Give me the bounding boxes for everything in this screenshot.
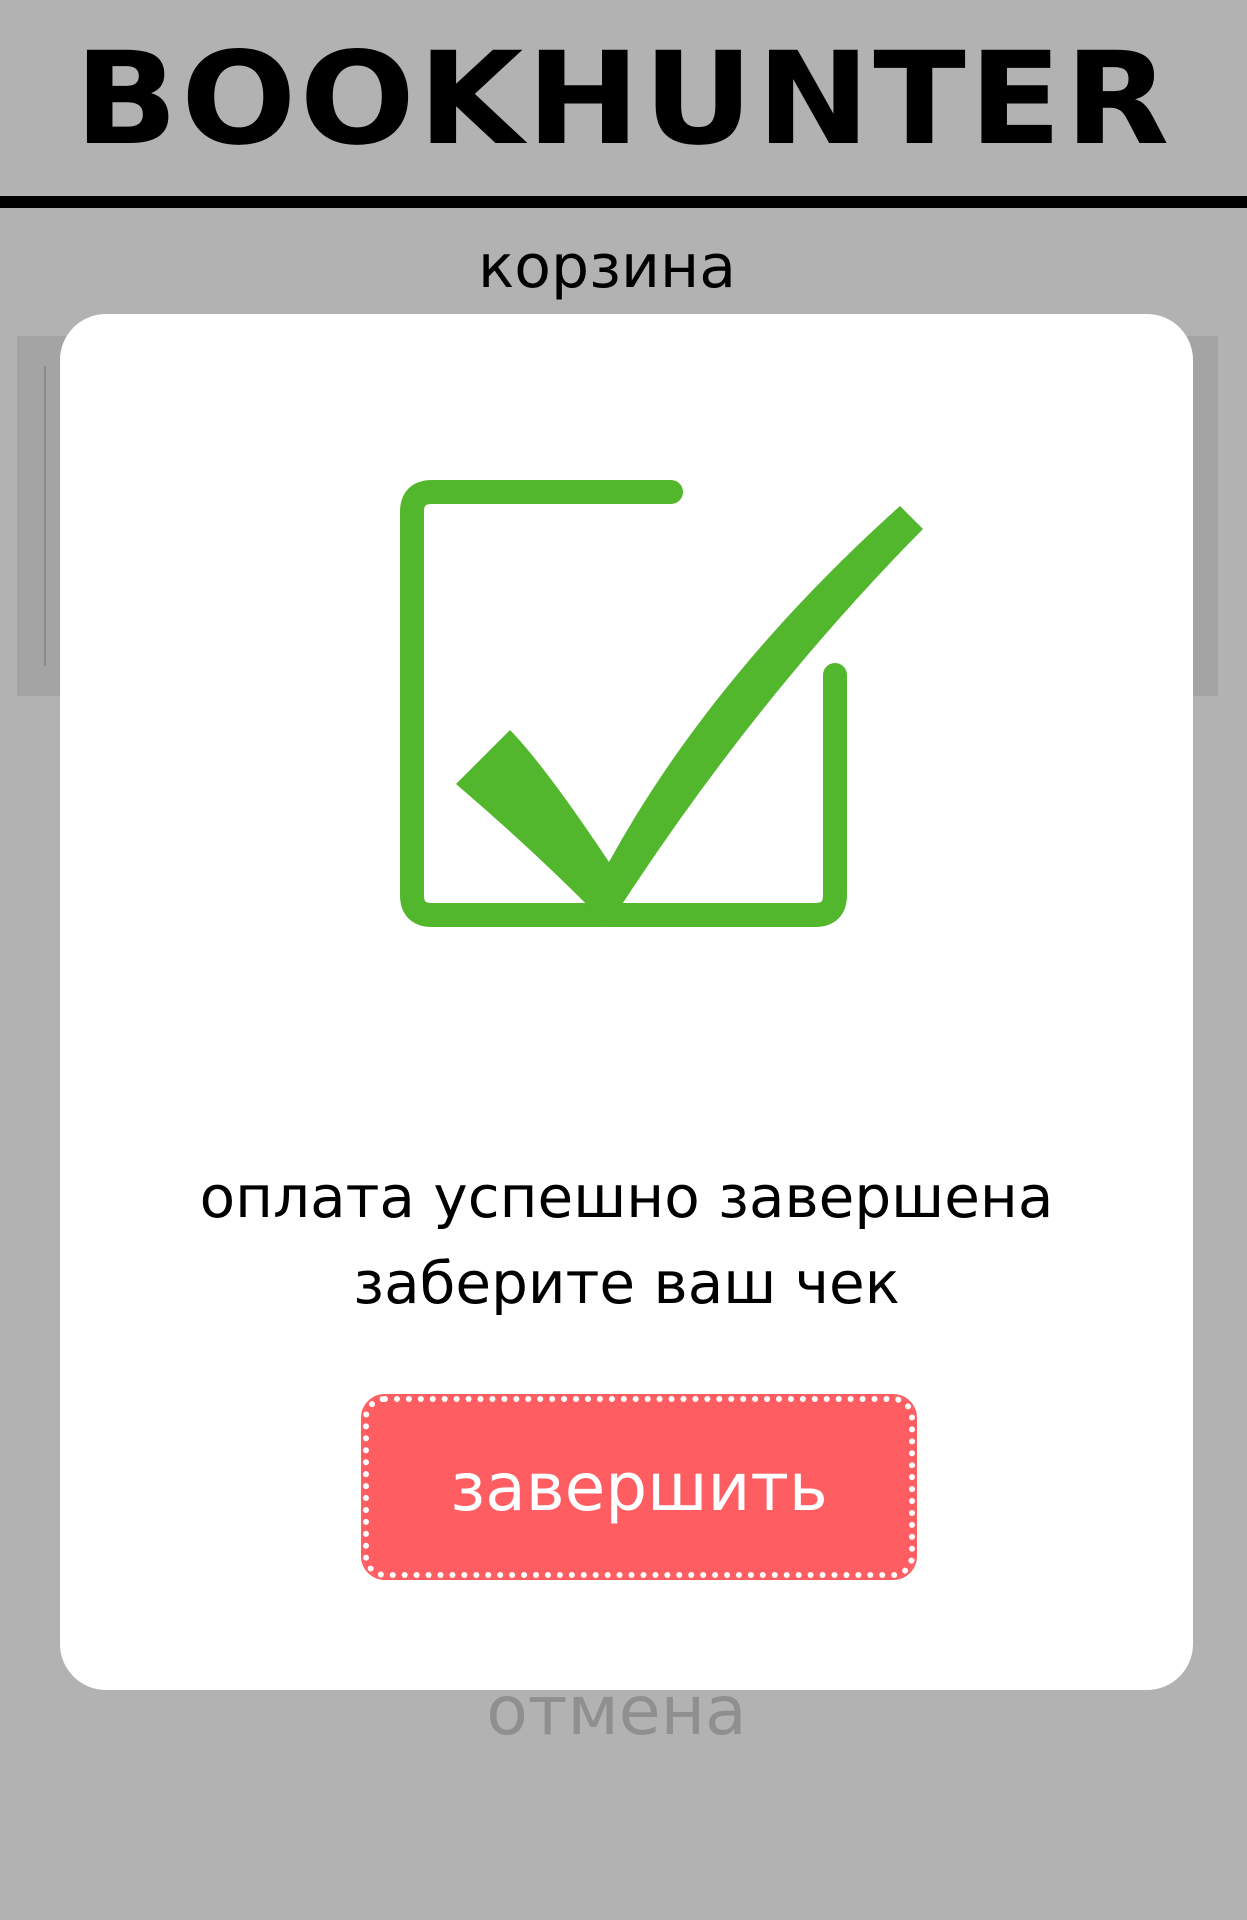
- checkbox-check-icon: [400, 480, 960, 1060]
- success-message: оплата успешно завершена заберите ваш че…: [60, 1154, 1193, 1326]
- payment-success-modal: оплата успешно завершена заберите ваш че…: [60, 314, 1193, 1690]
- app-logo: BOOKHUNTER: [74, 25, 1173, 174]
- receipt-message-line: заберите ваш чек: [353, 1249, 900, 1317]
- finish-button-label: завершить: [450, 1448, 828, 1526]
- app-header: BOOKHUNTER: [0, 0, 1247, 196]
- finish-button[interactable]: завершить: [361, 1394, 917, 1580]
- success-message-line: оплата успешно завершена: [199, 1163, 1054, 1231]
- header-divider: [0, 196, 1247, 208]
- page-title: корзина: [478, 232, 736, 302]
